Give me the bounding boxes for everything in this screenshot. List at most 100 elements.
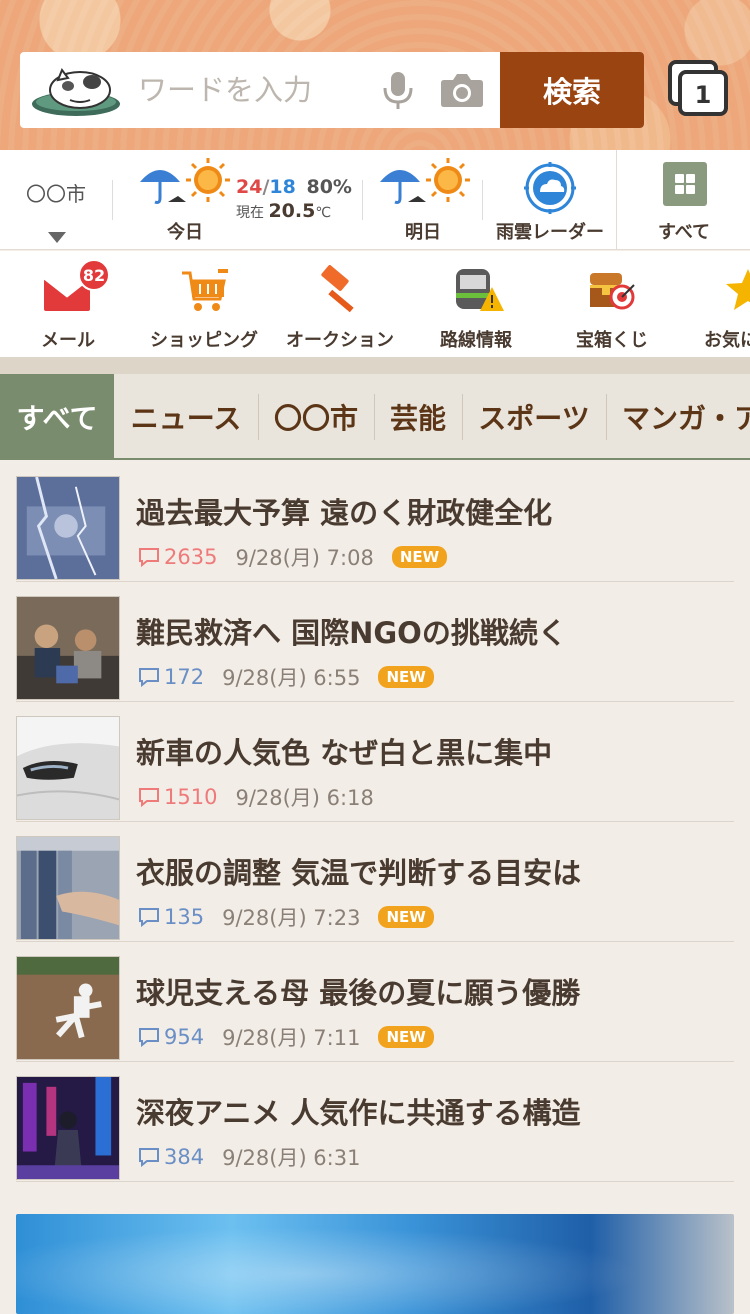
service-label: ショッピング xyxy=(150,330,258,351)
divider xyxy=(112,180,113,220)
humidity: 80% xyxy=(306,176,352,198)
tab-sports[interactable]: スポーツ xyxy=(462,374,606,458)
comment-count: 384 xyxy=(164,1145,205,1169)
service-label: 路線情報 xyxy=(440,330,512,351)
search-button[interactable]: 検索 xyxy=(500,52,644,128)
tomorrow-label[interactable]: 明日 xyxy=(388,218,458,244)
new-badge: NEW xyxy=(391,546,448,568)
comment-count: 135 xyxy=(164,905,205,929)
current-label: 現在 xyxy=(236,205,264,221)
gavel-icon xyxy=(321,265,354,313)
umbrella-sun-icon[interactable] xyxy=(378,158,474,208)
news-headline: 球児支える母 最後の夏に願う優勝 xyxy=(136,976,581,1010)
new-badge: NEW xyxy=(378,906,434,928)
service-mail[interactable]: 82 メール xyxy=(0,251,136,357)
service-train[interactable]: 路線情報 xyxy=(408,251,544,357)
news-headline: 深夜アニメ 人気作に共通する構造 xyxy=(136,1096,581,1130)
comment-count: 2635 xyxy=(164,545,218,569)
city-selector[interactable]: 〇〇市 xyxy=(0,178,112,207)
news-headline: 衣服の調整 気温で判断する目安は xyxy=(136,856,582,890)
microphone-icon[interactable] xyxy=(378,70,418,110)
news-meta: 172 9/28(月) 6:55 NEW xyxy=(138,662,434,692)
cat-logo-icon[interactable] xyxy=(28,60,124,120)
star-icon xyxy=(726,269,750,310)
news-timestamp: 9/28(月) 7:23 xyxy=(222,906,361,930)
comment-icon xyxy=(139,1148,159,1167)
news-meta: 384 9/28(月) 6:31 xyxy=(138,1142,360,1172)
tab-count: 1 xyxy=(695,81,712,109)
current-temp: 現在 20.5℃ xyxy=(236,200,331,222)
temp-low: 18 xyxy=(269,176,296,198)
all-services-button[interactable]: すべて xyxy=(616,150,750,250)
rain-radar-icon[interactable] xyxy=(524,162,576,214)
comment-icon xyxy=(139,548,159,567)
header-banner: 検索 1 xyxy=(0,0,750,150)
service-label: 宝箱くじ xyxy=(576,330,648,351)
news-item[interactable]: 球児支える母 最後の夏に願う優勝 954 9/28(月) 7:11 NEW xyxy=(16,942,734,1062)
umbrella-sun-icon[interactable] xyxy=(138,158,234,208)
news-thumbnail xyxy=(16,956,120,1060)
news-meta: 1510 9/28(月) 6:18 xyxy=(138,782,374,812)
comment-icon xyxy=(139,668,159,687)
today-temps[interactable]: 24/18 80% xyxy=(236,176,352,198)
tab-news[interactable]: ニュース xyxy=(114,374,258,458)
news-meta: 2635 9/28(月) 7:08 NEW xyxy=(138,542,448,572)
news-item[interactable]: 過去最大予算 遠のく財政健全化 2635 9/28(月) 7:08 NEW xyxy=(16,462,734,582)
service-favorites[interactable]: お気に xyxy=(680,251,750,357)
all-label: すべて xyxy=(657,222,711,243)
grid-icon xyxy=(663,162,707,206)
weather-bar: 〇〇市 今日 24/18 80% 現在 20.5℃ 明日 雨雲レーダー すべて xyxy=(0,150,750,250)
mail-unread-badge: 82 xyxy=(78,259,110,291)
tab-all[interactable]: すべて xyxy=(0,374,114,458)
tab-manga[interactable]: マンガ・ア xyxy=(606,374,750,458)
camera-icon[interactable] xyxy=(440,72,484,108)
category-tabs: すべて ニュース 〇〇市 芸能 スポーツ マンガ・ア xyxy=(0,374,750,460)
cart-icon xyxy=(182,269,228,311)
tab-city[interactable]: 〇〇市 xyxy=(258,374,374,458)
news-thumbnail xyxy=(16,716,120,820)
section-divider xyxy=(0,357,750,374)
tabs-count-icon[interactable]: 1 xyxy=(668,60,730,118)
comment-count: 954 xyxy=(164,1025,205,1049)
new-badge: NEW xyxy=(378,1026,434,1048)
featured-banner-image[interactable] xyxy=(16,1214,734,1314)
news-headline: 難民救済へ 国際NGOの挑戦続く xyxy=(136,616,567,650)
news-meta: 954 9/28(月) 7:11 NEW xyxy=(138,1022,434,1052)
news-item[interactable]: 新車の人気色 なぜ白と黒に集中 1510 9/28(月) 6:18 xyxy=(16,702,734,822)
news-timestamp: 9/28(月) 6:31 xyxy=(222,1146,361,1170)
service-auction[interactable]: オークション xyxy=(272,251,408,357)
divider xyxy=(482,180,483,220)
news-timestamp: 9/28(月) 7:08 xyxy=(235,546,374,570)
train-icon xyxy=(456,269,504,311)
today-label: 今日 xyxy=(167,222,203,243)
comment-count: 172 xyxy=(164,665,205,689)
comment-icon xyxy=(139,788,159,807)
service-label: オークション xyxy=(286,330,394,351)
tab-entertainment[interactable]: 芸能 xyxy=(374,374,462,458)
news-item[interactable]: 難民救済へ 国際NGOの挑戦続く 172 9/28(月) 6:55 NEW xyxy=(16,582,734,702)
treasure-icon xyxy=(590,273,635,310)
news-thumbnail xyxy=(16,1076,120,1180)
service-shopping[interactable]: ショッピング xyxy=(136,251,272,357)
news-timestamp: 9/28(月) 6:18 xyxy=(235,786,374,810)
current-temp-unit: ℃ xyxy=(315,205,332,221)
new-badge: NEW xyxy=(378,666,434,688)
news-timestamp: 9/28(月) 6:55 xyxy=(222,666,361,690)
search-input[interactable] xyxy=(138,66,378,114)
news-timestamp: 9/28(月) 7:11 xyxy=(222,1026,361,1050)
news-headline: 過去最大予算 遠のく財政健全化 xyxy=(136,496,553,530)
radar-label[interactable]: 雨雲レーダー xyxy=(488,218,612,244)
comment-icon xyxy=(139,908,159,927)
service-treasure[interactable]: 宝箱くじ xyxy=(544,251,680,357)
news-thumbnail xyxy=(16,476,120,580)
comment-count: 1510 xyxy=(164,785,218,809)
chevron-down-icon[interactable] xyxy=(48,232,66,243)
news-item[interactable]: 深夜アニメ 人気作に共通する構造 384 9/28(月) 6:31 xyxy=(16,1062,734,1182)
divider xyxy=(362,180,363,220)
search-bar: 検索 xyxy=(20,52,644,128)
news-thumbnail xyxy=(16,836,120,940)
service-label: メール xyxy=(41,330,95,351)
news-item[interactable]: 衣服の調整 気温で判断する目安は 135 9/28(月) 7:23 NEW xyxy=(16,822,734,942)
comment-icon xyxy=(139,1028,159,1047)
service-label: お気に xyxy=(704,330,750,351)
